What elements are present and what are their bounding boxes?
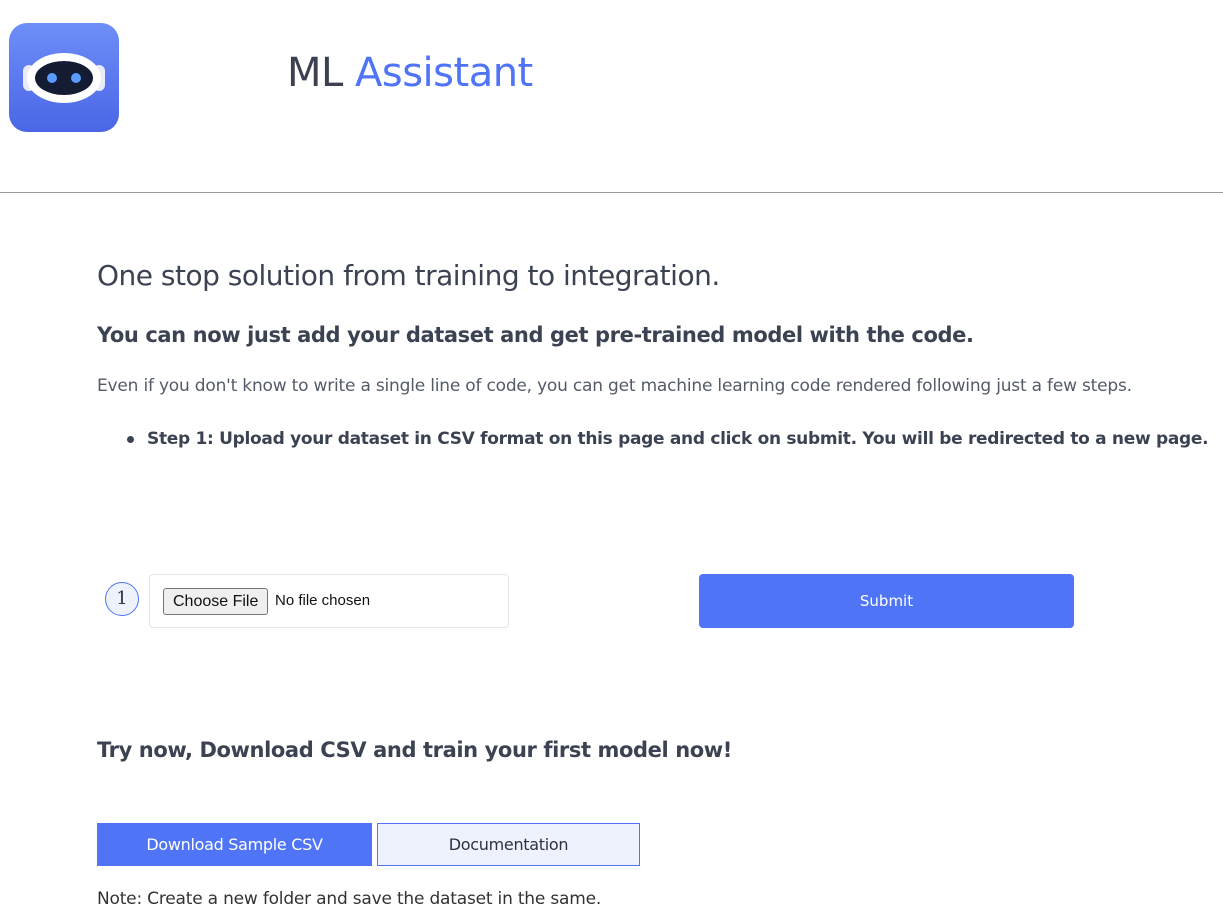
app-title-accent: Assistant <box>355 50 533 96</box>
choose-file-button[interactable]: Choose File <box>163 588 269 615</box>
step-number-badge: 1 <box>105 582 139 616</box>
header: ML Assistant <box>0 0 1223 193</box>
step-item: Step 1: Upload your dataset in CSV forma… <box>97 427 1209 451</box>
file-input[interactable]: Choose File No file chosen <box>149 574 509 628</box>
hero-heading: One stop solution from training to integ… <box>97 259 720 292</box>
hero-description: Even if you don't know to write a single… <box>97 376 1132 396</box>
file-status: No file chosen <box>275 592 371 609</box>
app-title: ML Assistant <box>287 48 533 98</box>
submit-button[interactable]: Submit <box>699 574 1074 628</box>
robot-icon[interactable] <box>9 23 119 132</box>
hero-subheading: You can now just add your dataset and ge… <box>97 323 974 347</box>
note-text: Note: Create a new folder and save the d… <box>97 889 602 909</box>
documentation-button[interactable]: Documentation <box>377 823 640 866</box>
bullet-icon <box>127 436 134 443</box>
try-now-heading: Try now, Download CSV and train your fir… <box>97 738 732 762</box>
steps-list: Step 1: Upload your dataset in CSV forma… <box>97 427 1209 451</box>
app-title-main: ML <box>287 50 343 96</box>
step-text: Step 1: Upload your dataset in CSV forma… <box>147 429 1209 449</box>
download-sample-csv-button[interactable]: Download Sample CSV <box>97 823 372 866</box>
